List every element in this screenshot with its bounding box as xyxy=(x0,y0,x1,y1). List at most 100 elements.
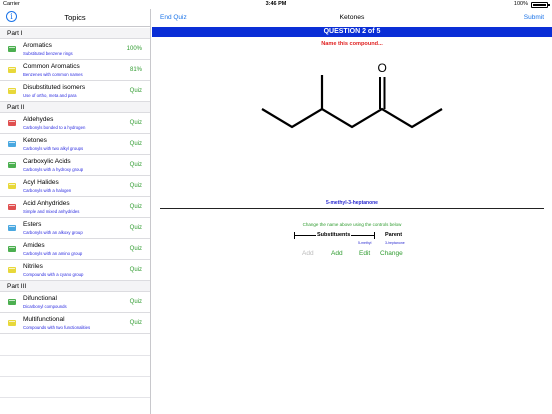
topic-row-acid-anhydrides[interactable]: Acid Anhydrides Simple and mixed anhydri… xyxy=(0,197,150,218)
topic-title: Acid Anhydrides xyxy=(23,200,70,207)
question-prompt: Name this compound... xyxy=(321,41,383,47)
book-icon xyxy=(8,46,16,52)
topic-subtitle: Carbonyls with an amino group xyxy=(23,251,83,256)
topic-quiz-link: Quiz xyxy=(129,141,142,147)
edit-substituent-button[interactable]: Edit xyxy=(359,250,370,257)
topic-row-nitriles[interactable]: Nitriles Compounds with a cyano group Qu… xyxy=(0,260,150,281)
molecule-structure: O xyxy=(261,61,443,129)
battery-icon xyxy=(531,2,550,8)
book-icon xyxy=(8,162,16,168)
topic-row-esters[interactable]: Esters Carbonyls with an alkoxy group Qu… xyxy=(0,218,150,239)
topic-title: Nitriles xyxy=(23,263,43,270)
topic-subtitle: Benzenes with common names xyxy=(23,72,83,77)
section-header-part-2: Part II xyxy=(0,102,150,113)
nav-bar: End Quiz Ketones Submit xyxy=(152,9,552,27)
bracket-tick-left xyxy=(294,232,295,239)
topic-title: Disubstituted isomers xyxy=(23,84,86,91)
topics-sidebar: i Topics Part I Aromatics Substituted be… xyxy=(0,9,151,414)
topic-row-multifunctional[interactable]: Multifunctional Compounds with two funct… xyxy=(0,313,150,334)
substituent-value[interactable]: 5-methyl xyxy=(358,241,371,245)
question-banner: QUESTION 2 of 5 xyxy=(152,27,552,37)
sidebar-title: Topics xyxy=(64,13,86,22)
change-parent-button[interactable]: Change xyxy=(380,250,403,257)
book-icon xyxy=(8,204,16,210)
bracket-tick-right xyxy=(374,232,375,239)
nav-title: Ketones xyxy=(339,14,365,21)
clock: 3:46 PM xyxy=(265,1,287,7)
topic-row-difunctional[interactable]: Difunctional Dicarbonyl compounds Quiz xyxy=(0,292,150,313)
topic-title: Common Aromatics xyxy=(23,63,80,70)
oxygen-atom-label: O xyxy=(378,61,387,75)
quiz-panel: End Quiz Ketones Submit QUESTION 2 of 5 … xyxy=(152,9,552,414)
topic-quiz-link: Quiz xyxy=(129,183,142,189)
book-icon xyxy=(8,299,16,305)
topic-subtitle: Compounds with a cyano group xyxy=(23,272,84,277)
topic-row-aldehydes[interactable]: Aldehydes Carbonyls bonded to a hydrogen… xyxy=(0,113,150,134)
name-builder: Substituents Parent 5-methyl 3-heptanone xyxy=(294,231,414,251)
topic-subtitle: Compounds with two functionalities xyxy=(23,325,91,330)
topic-row-disubstituted-isomers[interactable]: Disubstituted isomers Use of ortho, meta… xyxy=(0,81,150,102)
book-icon xyxy=(8,225,16,231)
topic-subtitle: Carbonyls with two alkyl groups xyxy=(23,146,84,151)
topic-subtitle: Carbonyls with a hydroxy group xyxy=(23,167,84,172)
book-icon xyxy=(8,246,16,252)
parent-label: Parent xyxy=(385,232,403,238)
answer-underline xyxy=(160,208,544,209)
topic-title: Amides xyxy=(23,242,45,249)
answer-name: 5-methyl-3-heptanone xyxy=(326,200,378,206)
empty-row-divider xyxy=(0,397,150,398)
topic-row-amides[interactable]: Amides Carbonyls with an amino group Qui… xyxy=(0,239,150,260)
topic-title: Aldehydes xyxy=(23,116,54,123)
book-icon xyxy=(8,67,16,73)
book-icon xyxy=(8,320,16,326)
topic-quiz-link: Quiz xyxy=(129,225,142,231)
topic-quiz-link: Quiz xyxy=(129,267,142,273)
carbon-skeleton xyxy=(261,107,443,129)
topic-quiz-link: Quiz xyxy=(129,320,142,326)
topic-subtitle: Carbonyls bonded to a hydrogen xyxy=(23,125,86,130)
topic-subtitle: Carbonyls with a halogen xyxy=(23,188,72,193)
topic-row-ketones[interactable]: Ketones Carbonyls with two alkyl groups … xyxy=(0,134,150,155)
topic-subtitle: Carbonyls with an alkoxy group xyxy=(23,230,83,235)
book-icon xyxy=(8,267,16,273)
book-icon xyxy=(8,88,16,94)
topic-title: Aromatics xyxy=(23,42,52,49)
instruction-text: Change the name above using the controls… xyxy=(302,222,402,227)
topic-score: 81% xyxy=(129,67,142,73)
section-header-part-1: Part I xyxy=(0,28,150,39)
topic-subtitle: Use of ortho, meta and para xyxy=(23,93,77,98)
topic-row-common-aromatics[interactable]: Common Aromatics Benzenes with common na… xyxy=(0,60,150,81)
topic-title: Difunctional xyxy=(23,295,57,302)
status-bar: Carrier 3:46 PM 100% xyxy=(0,0,552,9)
topic-quiz-link: Quiz xyxy=(129,246,142,252)
book-icon xyxy=(8,183,16,189)
add-prefix-button[interactable]: Add xyxy=(302,250,314,257)
submit-button[interactable]: Submit xyxy=(524,14,544,21)
topic-title: Multifunctional xyxy=(23,316,65,323)
book-icon xyxy=(8,141,16,147)
battery-percentage: 100% xyxy=(513,1,528,7)
topic-subtitle: Substituted benzene rings xyxy=(23,51,73,56)
topic-score: 100% xyxy=(126,46,142,52)
book-icon xyxy=(8,120,16,126)
section-header-part-3: Part III xyxy=(0,281,150,292)
sidebar-header: i Topics xyxy=(0,9,150,27)
topic-quiz-link: Quiz xyxy=(129,204,142,210)
empty-row-divider xyxy=(0,376,150,377)
topic-quiz-link: Quiz xyxy=(129,88,142,94)
topic-title: Ketones xyxy=(23,137,47,144)
topic-title: Carboxylic Acids xyxy=(23,158,71,165)
topic-row-carboxylic-acids[interactable]: Carboxylic Acids Carbonyls with a hydrox… xyxy=(0,155,150,176)
topic-quiz-link: Quiz xyxy=(129,162,142,168)
topic-quiz-link: Quiz xyxy=(129,120,142,126)
parent-value[interactable]: 3-heptanone xyxy=(385,241,405,245)
topic-row-aromatics[interactable]: Aromatics Substituted benzene rings 100% xyxy=(0,39,150,60)
topic-title: Esters xyxy=(23,221,42,228)
topic-quiz-link: Quiz xyxy=(129,299,142,305)
add-substituent-button[interactable]: Add xyxy=(331,250,343,257)
topic-subtitle: Dicarbonyl compounds xyxy=(23,304,67,309)
topic-row-acyl-halides[interactable]: Acyl Halides Carbonyls with a halogen Qu… xyxy=(0,176,150,197)
substituents-label: Substituents xyxy=(316,232,352,238)
empty-row-divider xyxy=(0,355,150,356)
topic-subtitle: Simple and mixed anhydrides xyxy=(23,209,80,214)
